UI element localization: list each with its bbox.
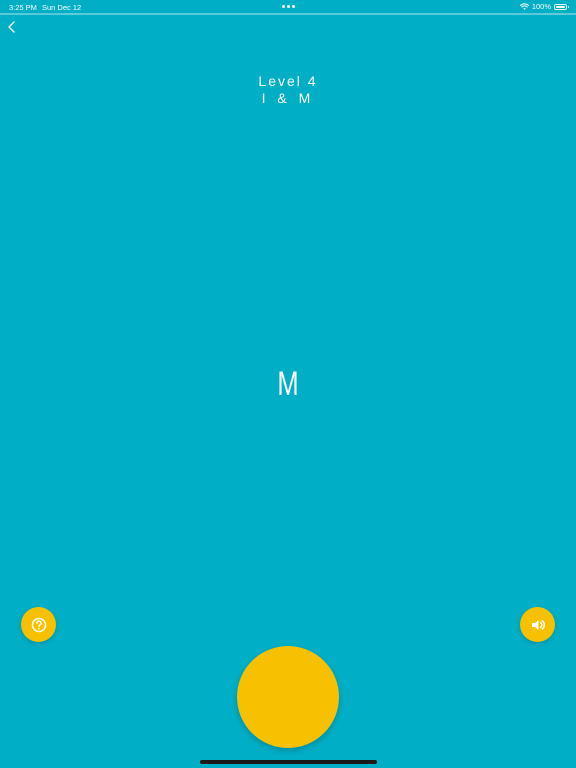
current-letter: M [277, 365, 299, 403]
top-divider [0, 13, 576, 15]
dot [292, 5, 295, 8]
home-indicator[interactable] [200, 760, 377, 764]
sound-button[interactable] [520, 607, 555, 642]
dot [287, 5, 290, 8]
multitasking-dots-icon[interactable] [282, 5, 295, 8]
status-date: Sun Dec 12 [42, 3, 82, 12]
battery-percent: 100% [531, 2, 551, 11]
status-indicators: 100% [519, 2, 569, 11]
status-time: 3:25 PM [9, 3, 37, 12]
battery-icon [554, 3, 569, 10]
wifi-icon [519, 2, 529, 10]
status-bar: 3:25 PM Sun Dec 12 100% [0, 0, 576, 14]
level-letters: I & M [261, 90, 315, 106]
back-chevron-icon[interactable] [4, 19, 20, 35]
help-button[interactable] [21, 607, 56, 642]
speaker-icon [531, 619, 545, 630]
question-circle-icon [31, 617, 46, 632]
tap-button[interactable] [237, 646, 339, 748]
dot [282, 5, 285, 8]
battery-fill [556, 5, 565, 8]
level-title: Level 4 [258, 73, 318, 89]
